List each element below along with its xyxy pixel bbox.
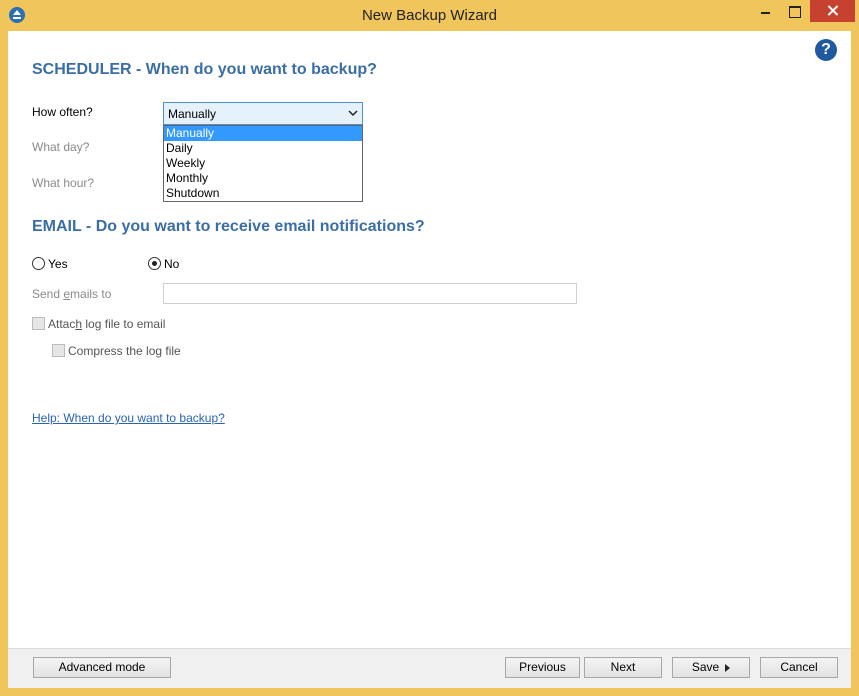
next-button[interactable]: Next — [584, 657, 662, 678]
cancel-button[interactable]: Cancel — [760, 657, 838, 678]
arrow-right-icon — [725, 663, 731, 672]
save-label: Save — [691, 660, 720, 674]
email-yes-label[interactable]: Yes — [48, 257, 68, 271]
dropdown-option-daily[interactable]: Daily — [164, 141, 362, 156]
wizard-client-area — [8, 31, 851, 688]
dropdown-option-monthly[interactable]: Monthly — [164, 171, 362, 186]
attach-log-checkbox[interactable] — [32, 317, 45, 330]
scheduler-section-title: SCHEDULER - When do you want to backup? — [32, 61, 377, 78]
help-circle-icon[interactable]: ? — [815, 39, 837, 61]
email-section-title: EMAIL - Do you want to receive email not… — [32, 218, 425, 235]
help-link[interactable]: Help: When do you want to backup? — [32, 411, 225, 425]
how-often-label: How often? — [32, 105, 93, 119]
email-no-radio[interactable] — [148, 257, 161, 270]
compress-log-label[interactable]: Compress the log file — [68, 344, 181, 358]
what-hour-label: What hour? — [32, 176, 95, 190]
minimize-icon[interactable] — [752, 0, 778, 22]
how-often-select[interactable]: Manually — [163, 102, 363, 125]
what-day-label: What day? — [32, 140, 90, 154]
attach-log-label[interactable]: Attach log file to email — [48, 317, 165, 331]
dropdown-option-weekly[interactable]: Weekly — [164, 156, 362, 171]
dropdown-option-manually[interactable]: Manually — [164, 126, 362, 141]
title-bar: New Backup Wizard — [0, 0, 859, 31]
save-button[interactable]: Save — [672, 657, 750, 678]
advanced-mode-button[interactable]: Advanced mode — [33, 657, 171, 678]
close-icon[interactable] — [810, 0, 855, 22]
frequency-dropdown-list: Manually Daily Weekly Monthly Shutdown — [163, 125, 363, 202]
email-no-label[interactable]: No — [164, 257, 179, 271]
send-emails-input[interactable] — [163, 283, 577, 304]
how-often-value: Manually — [168, 107, 217, 121]
send-emails-label: Send emails to — [32, 287, 112, 301]
chevron-down-icon — [348, 110, 358, 117]
previous-button[interactable]: Previous — [505, 657, 580, 678]
compress-log-checkbox[interactable] — [52, 344, 65, 357]
maximize-icon[interactable] — [780, 0, 808, 22]
window-title: New Backup Wizard — [361, 7, 498, 24]
email-yes-radio[interactable] — [32, 257, 45, 270]
dropdown-option-shutdown[interactable]: Shutdown — [164, 186, 362, 201]
